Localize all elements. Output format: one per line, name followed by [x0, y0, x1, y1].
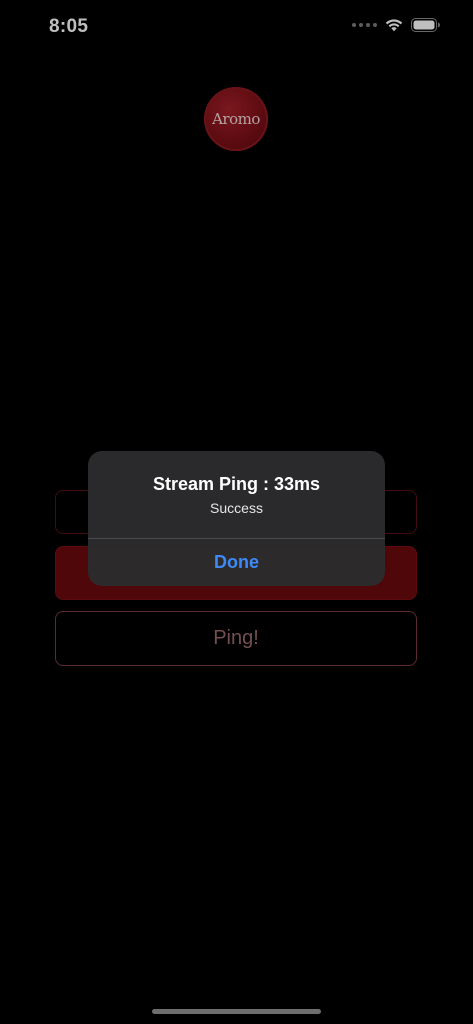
alert-dialog: Stream Ping : 33ms Success Done — [88, 451, 385, 586]
alert-title: Stream Ping : 33ms — [152, 474, 321, 494]
done-button[interactable]: Done — [88, 539, 385, 586]
alert-message: Success — [210, 500, 263, 516]
home-indicator[interactable] — [152, 1009, 321, 1014]
